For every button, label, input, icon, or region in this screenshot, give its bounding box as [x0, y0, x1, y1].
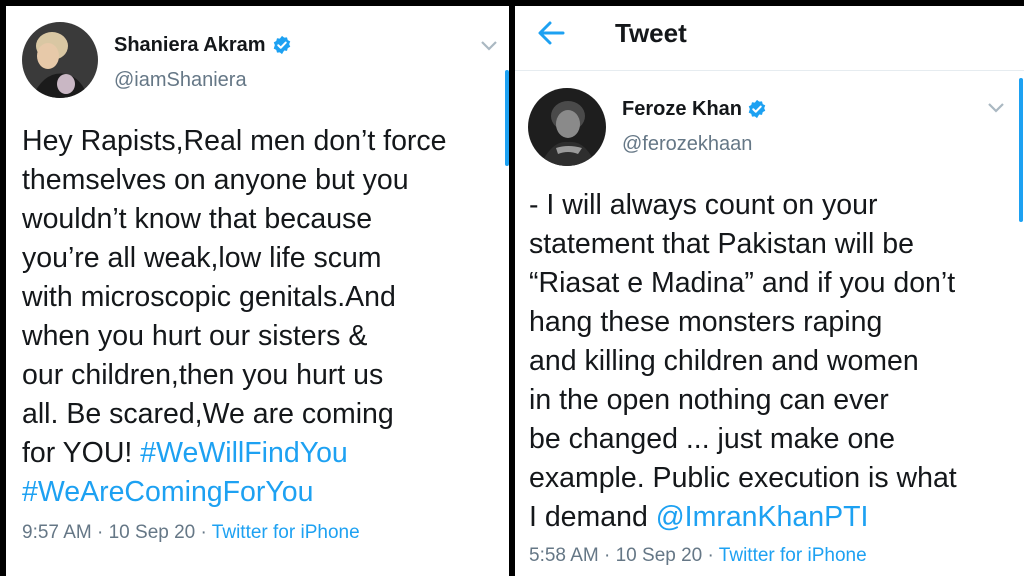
chevron-down-icon[interactable]	[987, 102, 1005, 114]
verified-badge-icon	[273, 35, 291, 55]
tweet-time: 9:57 AM	[22, 522, 92, 543]
tweet-text-line: themselves on anyone but you	[22, 164, 409, 196]
avatar-feroze[interactable]	[528, 88, 606, 166]
tweet-time: 5:58 AM	[529, 545, 599, 566]
tweet-text-line: example. Public execution is what	[529, 462, 957, 494]
tweet-text-line: when you hurt our sisters &	[22, 320, 368, 352]
tweet-text-line: - I will always count on your	[529, 189, 878, 221]
tweet-text-line: with microscopic genitals.And	[22, 281, 396, 313]
verified-badge-icon	[748, 99, 766, 119]
scrollbar[interactable]	[505, 70, 509, 166]
tweet-text-line: #WeAreComingForYou	[22, 473, 447, 512]
tweet-text-fragment: I demand	[529, 501, 656, 533]
tweet-meta: 5:58 AM · 10 Sep 20 · Twitter for iPhone	[529, 545, 867, 567]
tweet-text-line: for YOU! #WeWillFindYou	[22, 434, 447, 473]
tweet-text-line: our children,then you hurt us	[22, 359, 384, 391]
tweet-text-line: I demand @ImranKhanPTI	[529, 498, 957, 537]
page-title: Tweet	[615, 18, 687, 48]
meta-separator: ·	[91, 522, 109, 543]
tweet-text-line: Hey Rapists,Real men don’t force	[22, 125, 447, 157]
mention-link[interactable]: @ImranKhanPTI	[656, 501, 869, 533]
tweet-text-line: in the open nothing can ever	[529, 384, 889, 416]
meta-separator: ·	[702, 545, 719, 566]
tweet-source-link[interactable]: Twitter for iPhone	[719, 545, 867, 566]
chevron-down-icon[interactable]	[480, 40, 498, 52]
display-name[interactable]: Shaniera Akram	[114, 34, 266, 57]
tweet-panel-left: Shaniera Akram @iamShaniera Hey Rapists,…	[6, 6, 509, 576]
user-handle[interactable]: @iamShaniera	[114, 69, 247, 92]
tweet-text-line: statement that Pakistan will be	[529, 228, 914, 260]
avatar-shaniera[interactable]	[22, 22, 98, 98]
tweet-text-line: you’re all weak,low life scum	[22, 242, 382, 274]
hashtag-link[interactable]: #WeAreComingForYou	[22, 476, 314, 508]
display-name[interactable]: Feroze Khan	[622, 98, 742, 121]
meta-separator: ·	[598, 545, 616, 566]
tweet-text-line: hang these monsters raping	[529, 306, 883, 338]
scrollbar[interactable]	[1019, 78, 1023, 222]
user-handle[interactable]: @ferozekhaan	[622, 133, 752, 156]
tweet-text-line: be changed ... just make one	[529, 423, 895, 455]
tweet-text: - I will always count on your statement …	[529, 186, 957, 537]
tweet-text-line: all. Be scared,We are coming	[22, 398, 394, 430]
tweet-date: 10 Sep 20	[108, 522, 196, 543]
tweet-panel-right: Tweet Feroze Khan @ferozekhaan - I will …	[515, 6, 1024, 576]
tweet-text-fragment: for YOU!	[22, 437, 141, 469]
top-bar: Tweet	[515, 6, 1024, 71]
tweet-text-line: wouldn’t know that because	[22, 203, 373, 235]
hashtag-link[interactable]: #WeWillFindYou	[140, 437, 348, 469]
back-arrow-icon[interactable]	[537, 20, 565, 46]
meta-separator: ·	[195, 522, 212, 543]
tweet-text: Hey Rapists,Real men don’t force themsel…	[22, 122, 447, 512]
tweet-date: 10 Sep 20	[615, 545, 703, 566]
tweet-text-line: and killing children and women	[529, 345, 919, 377]
tweet-source-link[interactable]: Twitter for iPhone	[212, 522, 360, 543]
tweet-meta: 9:57 AM · 10 Sep 20 · Twitter for iPhone	[22, 522, 360, 544]
tweet-text-line: “Riasat e Madina” and if you don’t	[529, 267, 956, 299]
